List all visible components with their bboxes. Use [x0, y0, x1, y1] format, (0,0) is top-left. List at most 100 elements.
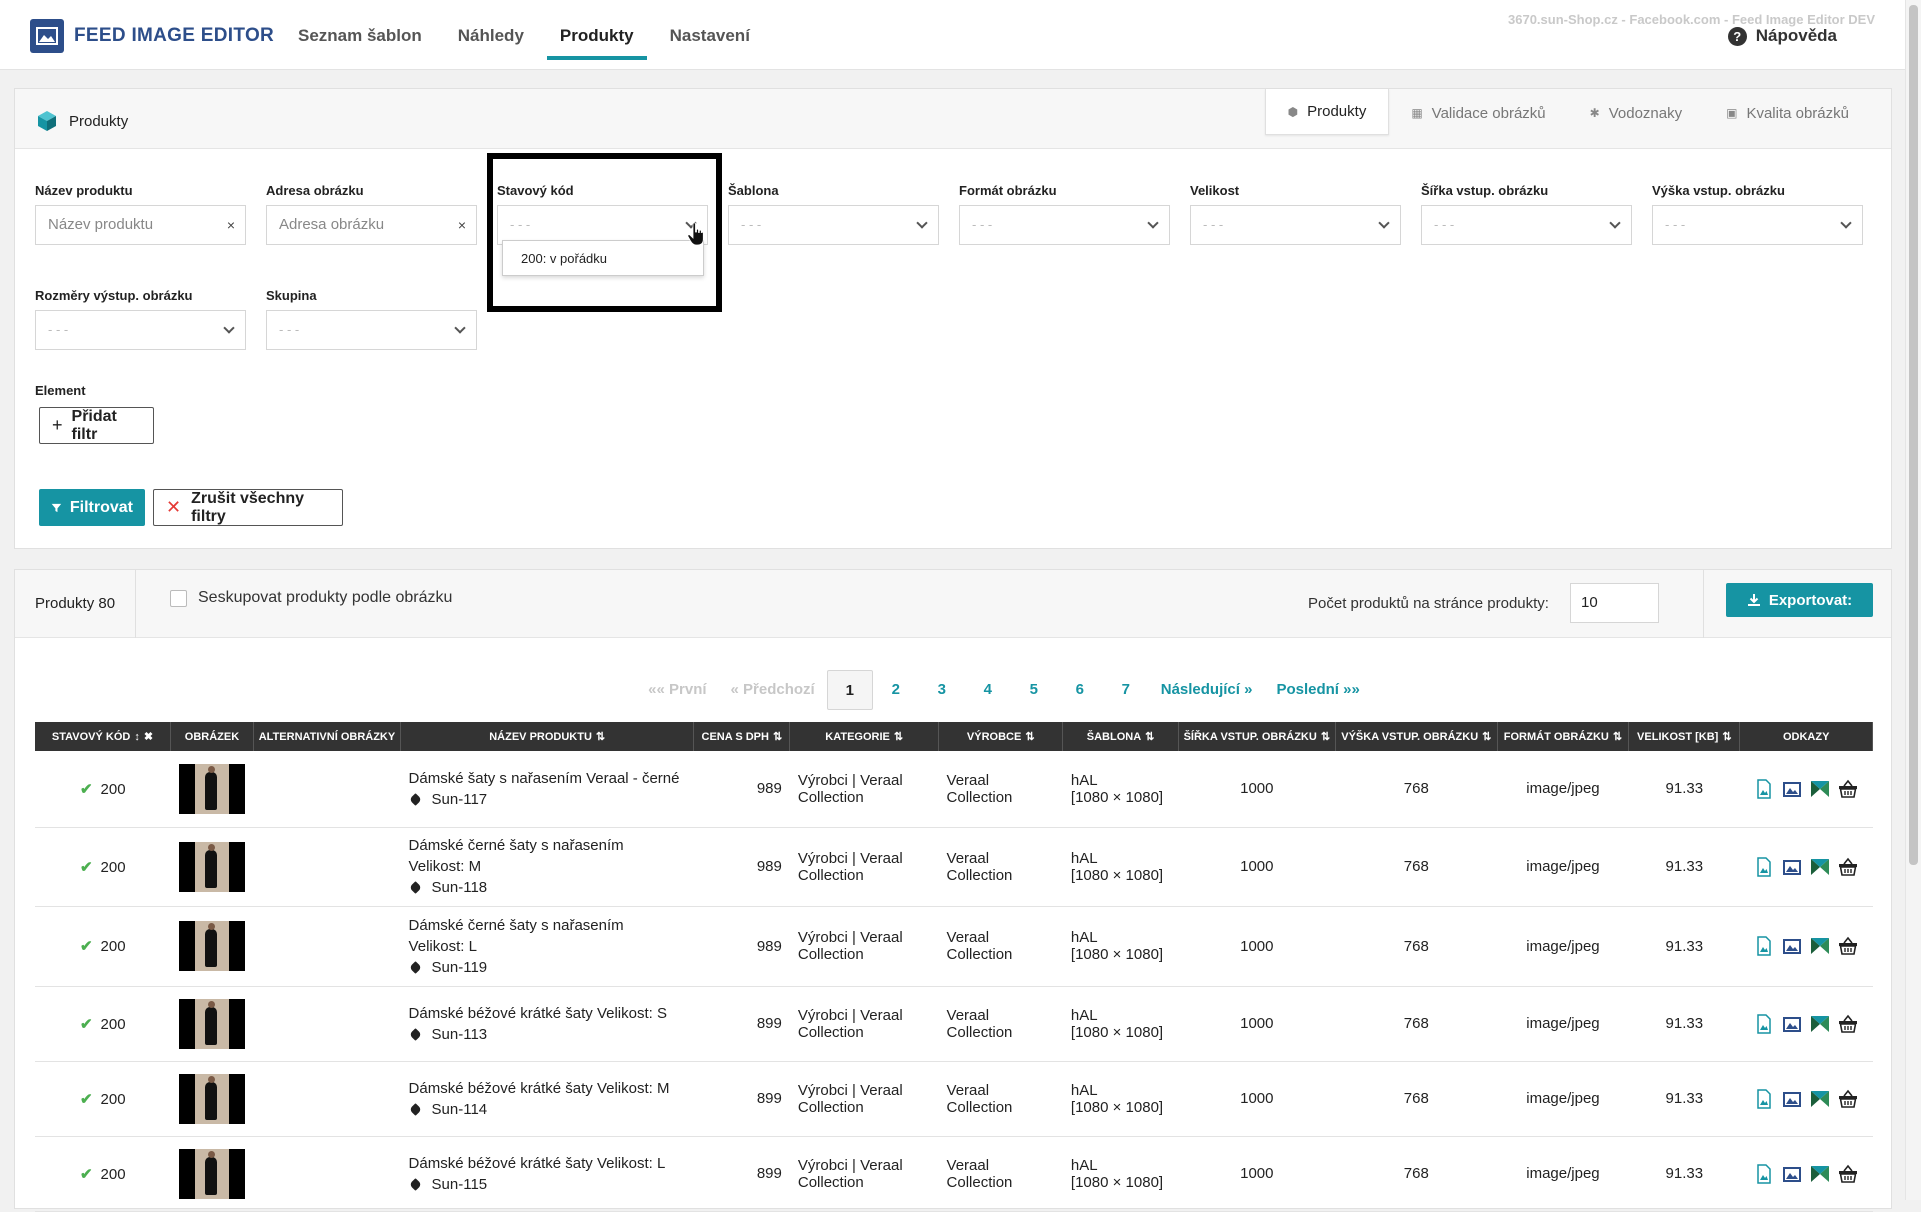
table-row[interactable]: ✔ 200 Dámské černé šaty s nařasením Veliko…	[35, 906, 1873, 987]
product-name-line[interactable]: Dámské černé šaty s nařasením	[409, 915, 686, 936]
table-row[interactable]: ✔ 200 Dámské šaty s nařasením Veraal - če…	[35, 751, 1873, 828]
image-preview-icon[interactable]	[1782, 779, 1802, 799]
shopping-basket-icon[interactable]	[1838, 857, 1858, 877]
zend-icon[interactable]	[1810, 1089, 1830, 1109]
pager-last[interactable]: Poslední »»	[1264, 670, 1371, 710]
sort-icon[interactable]: ⇅	[1025, 730, 1034, 743]
product-thumbnail[interactable]	[178, 1148, 245, 1199]
pager-page-3[interactable]: 3	[919, 670, 965, 710]
product-thumbnail[interactable]	[178, 841, 245, 892]
col-input-width[interactable]: ŠÍŘKA VSTUP. OBRÁZKU ⇅	[1178, 722, 1336, 751]
nav-item-previews[interactable]: Náhledy	[440, 0, 542, 70]
per-page-input[interactable]: 10	[1570, 583, 1659, 623]
export-button[interactable]: Exportovat:	[1726, 583, 1873, 617]
nav-item-settings[interactable]: Nastavení	[652, 0, 768, 70]
tab-image-quality[interactable]: ▣ Kvalita obrázků	[1704, 89, 1871, 137]
image-preview-icon[interactable]	[1782, 1089, 1802, 1109]
col-status[interactable]: STAVOVÝ KÓD ↕ ✖	[35, 722, 171, 751]
image-file-icon[interactable]	[1754, 1163, 1774, 1184]
page-scrollbar[interactable]	[1905, 0, 1921, 1200]
pager-prev[interactable]: « Předchozí	[719, 670, 827, 710]
sort-icon[interactable]: ↕	[134, 731, 140, 743]
sort-icon[interactable]: ⇅	[894, 730, 903, 743]
product-thumbnail[interactable]	[178, 763, 245, 814]
table-row[interactable]: ✔ 200 Dámské černé šaty s nařasením Veliko…	[35, 827, 1873, 907]
zend-icon[interactable]	[1810, 779, 1830, 799]
nav-item-templates[interactable]: Seznam šablon	[280, 0, 440, 70]
zend-icon[interactable]	[1810, 857, 1830, 877]
image-file-icon[interactable]	[1754, 779, 1774, 799]
sort-icon[interactable]: ⇅	[773, 730, 782, 743]
sort-icon[interactable]: ⇅	[1321, 730, 1330, 743]
tab-image-validation[interactable]: ▦ Validace obrázků	[1389, 89, 1567, 137]
product-name-line[interactable]: Dámské béžové krátké šaty Velikost: M	[409, 1078, 686, 1099]
status-code-dropdown-option[interactable]: 200: v pořádku	[502, 240, 704, 276]
clear-all-filters-button[interactable]: ✕ Zrušit všechny filtry	[153, 489, 343, 526]
image-file-icon[interactable]	[1754, 1013, 1774, 1034]
image-preview-icon[interactable]	[1782, 1014, 1802, 1034]
add-filter-button[interactable]: + Přidat filtr	[39, 407, 154, 444]
input-height-select[interactable]: - - -	[1652, 205, 1863, 245]
image-url-input[interactable]: Adresa obrázku ×	[266, 205, 477, 245]
pager-page-5[interactable]: 5	[1011, 670, 1057, 710]
zend-icon[interactable]	[1810, 936, 1830, 956]
tab-products[interactable]: ⬢ Produkty	[1264, 89, 1390, 135]
shopping-basket-icon[interactable]	[1838, 1164, 1858, 1184]
product-thumbnail[interactable]	[178, 998, 245, 1049]
sort-icon[interactable]: ⇅	[1613, 730, 1622, 743]
col-format[interactable]: FORMÁT OBRÁZKU ⇅	[1497, 722, 1630, 751]
col-template[interactable]: ŠABLONA ⇅	[1062, 722, 1179, 751]
product-name-line[interactable]: Dámské béžové krátké šaty Velikost: S	[409, 1003, 686, 1024]
clear-icon[interactable]: ×	[227, 206, 235, 244]
pager-page-7[interactable]: 7	[1103, 670, 1149, 710]
image-preview-icon[interactable]	[1782, 936, 1802, 956]
image-file-icon[interactable]	[1754, 856, 1774, 877]
pager-page-4[interactable]: 4	[965, 670, 1011, 710]
clear-icon[interactable]: ×	[458, 206, 466, 244]
product-thumbnail[interactable]	[178, 921, 245, 971]
col-size[interactable]: VELIKOST [KB] ⇅	[1628, 722, 1741, 751]
product-name-line[interactable]: Dámské černé šaty s nařasením	[409, 835, 686, 856]
nav-item-products[interactable]: Produkty	[542, 0, 652, 70]
shopping-basket-icon[interactable]	[1838, 1089, 1858, 1109]
zend-icon[interactable]	[1810, 1164, 1830, 1184]
product-name-input[interactable]: Název produktu ×	[35, 205, 246, 245]
close-icon[interactable]: ✖	[144, 730, 153, 743]
col-input-height[interactable]: VÝŠKA VSTUP. OBRÁZKU ⇅	[1335, 722, 1498, 751]
sort-icon[interactable]: ⇅	[1482, 730, 1491, 743]
pager-next[interactable]: Následující »	[1149, 670, 1265, 710]
size-select[interactable]: - - -	[1190, 205, 1401, 245]
group-select[interactable]: - - -	[266, 310, 477, 350]
pager-page-1[interactable]: 1	[826, 670, 873, 710]
shopping-basket-icon[interactable]	[1838, 1014, 1858, 1034]
scrollbar-thumb[interactable]	[1909, 5, 1918, 865]
col-category[interactable]: KATEGORIE ⇅	[789, 722, 940, 751]
zend-icon[interactable]	[1810, 1014, 1830, 1034]
sort-icon[interactable]: ⇅	[596, 730, 605, 743]
col-price[interactable]: CENA S DPH ⇅	[693, 722, 791, 751]
filter-button[interactable]: Filtrovat	[39, 489, 145, 526]
image-preview-icon[interactable]	[1782, 857, 1802, 877]
sort-icon[interactable]: ⇅	[1722, 730, 1731, 743]
col-name[interactable]: NÁZEV PRODUKTU ⇅	[400, 722, 695, 751]
pager-first[interactable]: «« První	[636, 670, 718, 710]
image-preview-icon[interactable]	[1782, 1164, 1802, 1184]
product-name-line[interactable]: Velikost: L	[409, 936, 686, 957]
pager-page-6[interactable]: 6	[1057, 670, 1103, 710]
template-select[interactable]: - - -	[728, 205, 939, 245]
sort-icon[interactable]: ⇅	[1145, 730, 1154, 743]
tab-watermarks[interactable]: ✱ Vodoznaky	[1568, 89, 1704, 137]
output-dims-select[interactable]: - - -	[35, 310, 246, 350]
checkbox-box[interactable]	[170, 589, 187, 607]
group-by-image-checkbox[interactable]: Seskupovat produkty podle obrázku	[170, 589, 452, 607]
table-row[interactable]: ✔ 200 Dámské béžové krátké šaty Velikost:…	[35, 986, 1873, 1062]
app-logo[interactable]: FEED IMAGE EDITOR	[30, 19, 274, 53]
col-maker[interactable]: VÝROBCE ⇅	[938, 722, 1064, 751]
shopping-basket-icon[interactable]	[1838, 936, 1858, 956]
product-name-line[interactable]: Dámské béžové krátké šaty Velikost: L	[409, 1153, 686, 1174]
product-thumbnail[interactable]	[178, 1073, 245, 1124]
help-link[interactable]: ? Nápověda	[1727, 26, 1837, 46]
image-file-icon[interactable]	[1754, 936, 1774, 956]
input-width-select[interactable]: - - -	[1421, 205, 1632, 245]
table-row[interactable]: ✔ 200 Dámské béžové krátké šaty Velikost:…	[35, 1061, 1873, 1137]
